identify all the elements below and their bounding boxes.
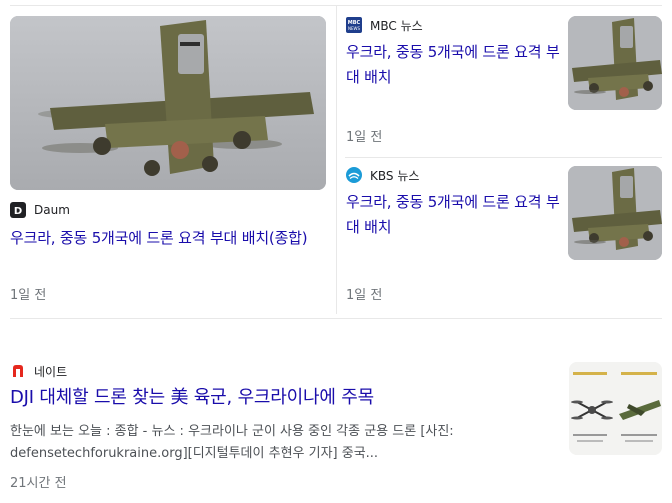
snippet-text: 한눈에 보는 오늘 : 종합 - 뉴스 : 우크라이나 군이 사용 중인 각종 … [10, 424, 454, 461]
drone-photo-image [568, 166, 662, 260]
source-name: KBS 뉴스 [370, 168, 420, 183]
source-name: Daum [34, 203, 70, 217]
svg-text:NEWS: NEWS [348, 26, 360, 31]
nate-logo-icon [10, 363, 26, 379]
right-column-divider [345, 157, 662, 158]
headline-link[interactable]: 우크라, 중동 5개국에 드론 요격 부대 배치 [346, 190, 561, 240]
drone-infographic-image [569, 362, 662, 455]
source-name: MBC 뉴스 [370, 18, 423, 33]
timestamp: 21시간 전 [10, 476, 67, 491]
section-divider [10, 318, 662, 319]
source-name: 네이트 [34, 364, 68, 379]
kbs-logo-icon [346, 167, 362, 183]
drone-photo-image [568, 16, 662, 110]
daum-logo-icon: D [10, 202, 26, 218]
source-row: MBC NEWS MBC 뉴스 [346, 16, 423, 34]
headline-link[interactable]: 우크라, 중동 5개국에 드론 요격 부대 배치 [346, 40, 561, 90]
drone-thumbnail[interactable] [569, 362, 662, 455]
source-row: KBS 뉴스 [346, 166, 419, 184]
source-row: D Daum [10, 201, 70, 219]
drone-thumbnail-large[interactable] [10, 16, 326, 190]
news-card-nate[interactable]: 네이트 DJI 대체할 드론 찾는 美 육군, 우크라이나에 주목 한눈에 보는… [10, 360, 662, 495]
source-row: 네이트 [10, 362, 67, 380]
mbc-logo-icon: MBC NEWS [346, 17, 362, 33]
column-divider [336, 6, 337, 314]
drone-thumbnail[interactable] [568, 16, 662, 110]
drone-photo-image [10, 16, 326, 190]
headline-link[interactable]: 우크라, 중동 5개국에 드론 요격 부대 배치(종합) [10, 226, 322, 251]
timestamp: 1일 전 [346, 288, 383, 303]
headline-link[interactable]: DJI 대체할 드론 찾는 美 육군, 우크라이나에 주목 [10, 385, 555, 411]
news-card-kbs[interactable]: KBS 뉴스 우크라, 중동 5개국에 드론 요격 부대 배치 1일 전 [346, 166, 662, 308]
timestamp: 1일 전 [10, 288, 47, 303]
news-card-mbc[interactable]: MBC NEWS MBC 뉴스 우크라, 중동 5개국에 드론 요격 부대 배치… [346, 16, 662, 146]
svg-text:D: D [14, 206, 22, 217]
timestamp: 1일 전 [346, 130, 383, 145]
drone-thumbnail[interactable] [568, 166, 662, 260]
news-card-daum[interactable]: D Daum 우크라, 중동 5개국에 드론 요격 부대 배치(종합) 1일 전 [10, 16, 326, 308]
